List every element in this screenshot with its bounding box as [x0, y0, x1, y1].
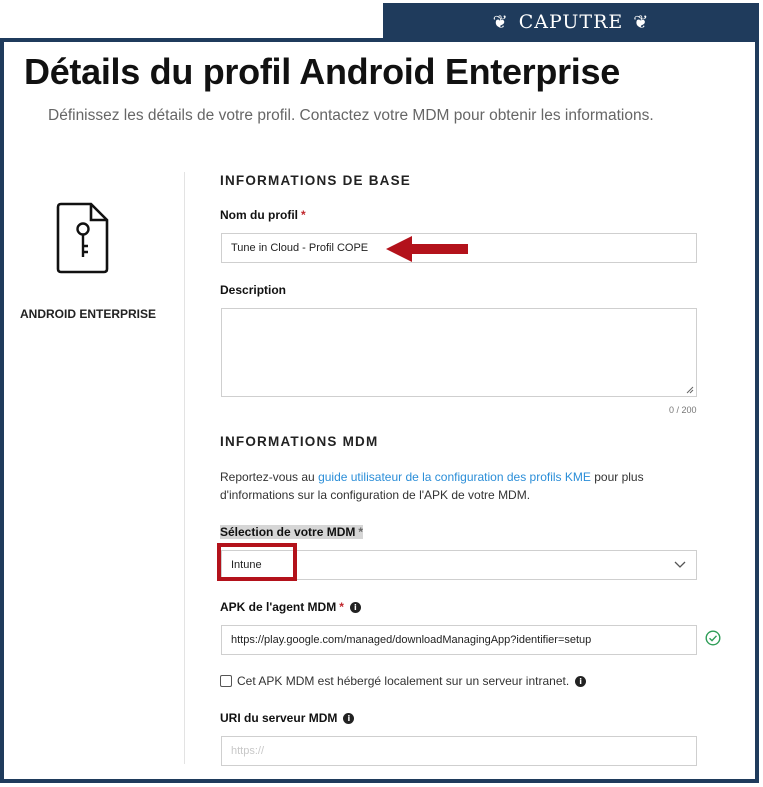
server-uri-label: URI du serveur MDM i	[220, 711, 355, 725]
required-marker: *	[339, 600, 344, 614]
description-textarea[interactable]	[221, 308, 697, 397]
watermark-text: CAPUTRE	[518, 11, 624, 33]
page-title: Détails du profil Android Enterprise	[24, 51, 620, 92]
server-uri-placeholder: https://	[231, 745, 265, 757]
intranet-checkbox-text: Cet APK MDM est hébergé localement sur u…	[237, 674, 570, 688]
chevron-down-icon	[674, 561, 686, 568]
section-title-basic-info: INFORMATIONS DE BASE	[220, 173, 412, 188]
intranet-checkbox-label: Cet APK MDM est hébergé localement sur u…	[237, 674, 587, 688]
laurel-icon: ❦	[492, 11, 509, 33]
info-icon[interactable]: i	[349, 602, 361, 613]
check-circle-icon	[705, 630, 721, 646]
mdm-select-label-text: Sélection de votre MDM	[220, 525, 356, 539]
android-profile-key-icon	[56, 202, 109, 274]
intranet-checkbox[interactable]	[220, 675, 232, 687]
profile-name-label: Nom du profil *	[220, 208, 306, 222]
server-uri-label-text: URI du serveur MDM	[220, 711, 338, 725]
profile-name-value: Tune in Cloud - Profil COPE	[231, 242, 369, 254]
annotation-highlight-box	[217, 543, 297, 581]
apk-label-text: APK de l'agent MDM	[220, 600, 337, 614]
resize-handle-icon[interactable]	[686, 386, 694, 394]
description-label: Description	[220, 283, 287, 297]
required-marker: *	[358, 525, 364, 539]
apk-url-value: https://play.google.com/managed/download…	[231, 634, 592, 646]
apk-url-input[interactable]: https://play.google.com/managed/download…	[221, 625, 697, 655]
sidebar-profile-type-label: ANDROID ENTERPRISE	[20, 307, 157, 321]
laurel-icon: ❦	[633, 11, 650, 33]
apk-label: APK de l'agent MDM * i	[220, 600, 361, 614]
profile-name-label-text: Nom du profil	[220, 208, 298, 222]
description-char-counter: 0 / 200	[669, 405, 697, 415]
mdm-select-label: Sélection de votre MDM *	[220, 525, 364, 539]
server-uri-input[interactable]: https://	[221, 736, 697, 766]
kme-guide-link[interactable]: guide utilisateur de la configuration de…	[318, 470, 591, 484]
screenshot-frame	[0, 38, 759, 783]
required-marker: *	[301, 208, 306, 222]
mdm-select-label-highlight: Sélection de votre MDM *	[220, 525, 364, 539]
page-subtitle: Définissez les détails de votre profil. …	[48, 107, 654, 124]
section-title-mdm-info: INFORMATIONS MDM	[220, 434, 379, 449]
info-icon[interactable]: i	[343, 713, 355, 724]
mdm-help-text: Reportez-vous au guide utilisateur de la…	[220, 468, 690, 504]
arrow-left-icon	[386, 236, 468, 262]
info-icon[interactable]: i	[575, 676, 587, 687]
sidebar-divider	[184, 172, 185, 764]
watermark-badge: ❦ CAPUTRE ❦	[383, 3, 759, 41]
mdm-help-text-before: Reportez-vous au	[220, 470, 319, 484]
